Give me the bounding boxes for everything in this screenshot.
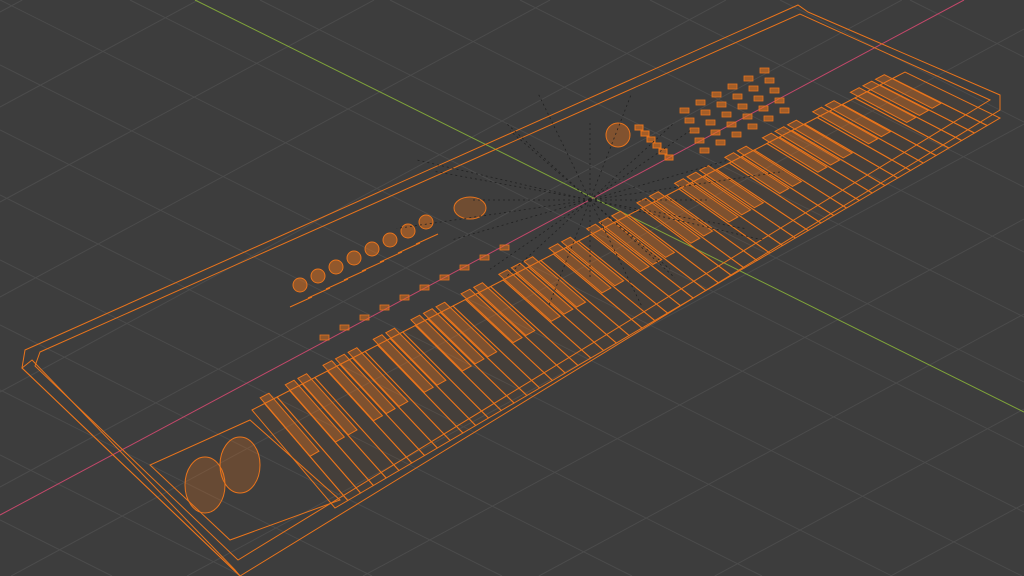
knob [328,259,344,275]
button [419,284,430,291]
button [699,147,710,154]
grid-line [538,313,1024,576]
button [732,93,743,100]
fader [325,278,349,290]
knob [400,223,416,239]
button [694,137,705,144]
button [652,142,662,149]
relationship-line [396,199,591,229]
button [459,264,470,271]
button [715,139,726,146]
knob [346,250,362,266]
button [679,107,690,114]
button [758,105,769,112]
grid-line [0,0,199,108]
button [379,304,390,311]
button [640,130,650,137]
button [664,154,674,161]
grid-line [909,0,1024,58]
button [711,91,722,98]
grid-line [0,0,1024,513]
fader [289,296,313,308]
button [499,244,510,251]
button [743,75,754,82]
button [726,121,737,128]
button [684,117,695,124]
fader [343,269,367,281]
button [769,87,780,94]
button [359,314,370,321]
button [753,95,764,102]
button [399,294,410,301]
grid-line [129,0,1024,448]
button [721,111,732,118]
fader [397,242,421,254]
button [764,77,775,84]
button [319,334,330,341]
viewport-canvas[interactable] [0,0,1024,576]
button [705,119,716,126]
relationship-line [435,171,591,201]
button [634,124,644,131]
relationship-line [416,159,591,201]
button [759,67,770,74]
button [689,127,700,134]
encoder-knob [453,196,487,220]
button [700,109,711,116]
relationship-line [589,93,632,201]
fader [415,233,439,245]
mod-wheel [219,436,261,494]
button [339,324,350,331]
grid-line [0,0,551,298]
fader [361,260,385,272]
3d-viewport[interactable] [0,0,1024,576]
mod-wheel [184,456,226,514]
knob [382,232,398,248]
button [439,274,450,281]
relationship-line [504,121,591,201]
grid-line [0,0,375,203]
knob [310,268,326,284]
button [710,129,721,136]
button [716,101,727,108]
y-axis-line [194,0,1024,413]
grid-line [0,519,113,576]
data-wheel [605,122,631,148]
button [774,97,785,104]
button [748,85,759,92]
button [731,131,742,138]
button [695,99,706,106]
button [763,115,774,122]
knob [292,277,308,293]
button [742,113,753,120]
button [747,123,758,130]
button [779,107,790,114]
button [479,254,490,261]
grid-line [890,503,1024,576]
knob [364,241,380,257]
button [727,83,738,90]
knob [418,214,434,230]
button [737,103,748,110]
grid-line [714,408,1024,576]
